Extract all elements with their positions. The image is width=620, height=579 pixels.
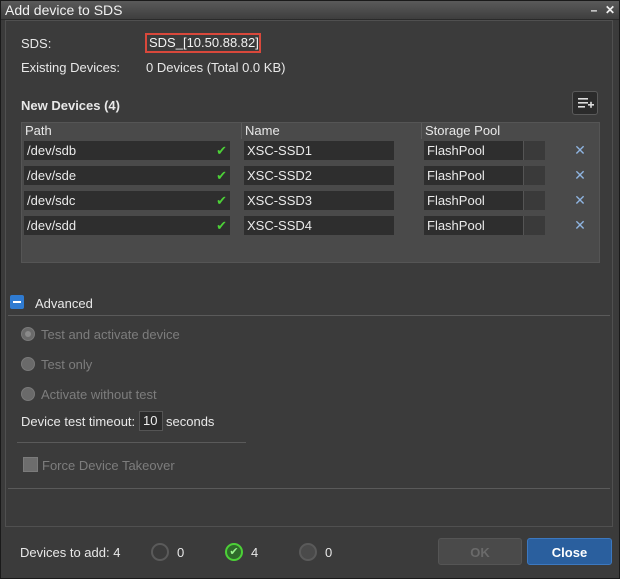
path-value: /dev/sdc [27, 193, 76, 208]
storage-pool-select[interactable]: FlashPool [424, 191, 545, 210]
path-value: /dev/sde [27, 168, 77, 183]
new-devices-table: Path Name Storage Pool /dev/sdb ✔ XSC-SS… [21, 122, 600, 263]
success-icon: ✔ [225, 543, 243, 561]
timeout-input[interactable]: 10 [139, 411, 163, 431]
window-title: Add device to SDS [5, 2, 123, 18]
new-devices-heading: New Devices (4) [21, 98, 120, 113]
name-field[interactable]: XSC-SSD1 [244, 141, 394, 160]
valid-check-icon: ✔ [216, 143, 227, 158]
close-icon[interactable]: ✕ [603, 1, 617, 19]
valid-check-icon: ✔ [216, 168, 227, 183]
force-takeover-label: Force Device Takeover [42, 458, 175, 473]
path-field[interactable]: /dev/sde ✔ [24, 166, 230, 185]
ok-button[interactable]: OK [438, 538, 522, 565]
radio-test-and-activate[interactable] [21, 327, 35, 341]
remove-row-icon[interactable]: ✕ [573, 141, 587, 160]
advanced-label[interactable]: Advanced [35, 296, 93, 311]
name-field[interactable]: XSC-SSD3 [244, 191, 394, 210]
timeout-unit: seconds [166, 414, 215, 429]
column-header-storage-pool: Storage Pool [425, 123, 501, 138]
storage-pool-select[interactable]: FlashPool [424, 216, 545, 235]
storage-pool-select[interactable]: FlashPool [424, 166, 545, 185]
sds-value: SDS_[10.50.88.82] [145, 33, 261, 53]
path-field[interactable]: /dev/sdb ✔ [24, 141, 230, 160]
pending-icon [151, 543, 169, 561]
sds-label: SDS: [21, 36, 52, 51]
remove-row-icon[interactable]: ✕ [573, 216, 587, 235]
devices-to-add-label: Devices to add: 4 [20, 545, 121, 560]
timeout-label: Device test timeout: [21, 414, 136, 429]
options-divider [17, 442, 246, 443]
bottom-divider [8, 488, 610, 489]
remove-row-icon[interactable]: ✕ [573, 191, 587, 210]
dialog-footer: Devices to add: 4 0 ✔ 4 0 OK Close [1, 527, 619, 578]
storage-pool-value: FlashPool [427, 193, 485, 208]
valid-check-icon: ✔ [216, 193, 227, 208]
failed-icon [299, 543, 317, 561]
path-field[interactable]: /dev/sdc ✔ [24, 191, 230, 210]
advanced-divider [8, 315, 610, 316]
storage-pool-value: FlashPool [427, 143, 485, 158]
storage-pool-select[interactable]: FlashPool [424, 141, 545, 160]
option-test-only-label: Test only [41, 357, 93, 372]
column-header-name: Name [245, 123, 280, 138]
collapse-advanced-icon[interactable] [10, 295, 24, 309]
storage-pool-value: FlashPool [427, 168, 485, 183]
failed-count: 0 [325, 545, 333, 560]
storage-pool-value: FlashPool [427, 218, 485, 233]
valid-check-icon: ✔ [216, 218, 227, 233]
path-field[interactable]: /dev/sdd ✔ [24, 216, 230, 235]
path-value: /dev/sdb [27, 143, 77, 158]
dropdown-arrow-icon[interactable] [523, 166, 545, 185]
pending-count: 0 [177, 545, 185, 560]
path-value: /dev/sdd [27, 218, 77, 233]
dialog-body: SDS: SDS_[10.50.88.82] Existing Devices:… [5, 20, 613, 527]
remove-row-icon[interactable]: ✕ [573, 166, 587, 185]
existing-devices-label: Existing Devices: [21, 60, 120, 75]
name-field[interactable]: XSC-SSD4 [244, 216, 394, 235]
force-takeover-checkbox[interactable] [23, 457, 38, 472]
radio-activate-without-test[interactable] [21, 387, 35, 401]
add-device-button[interactable] [572, 91, 598, 115]
minimize-icon[interactable]: – [587, 1, 601, 19]
add-list-icon [578, 98, 594, 108]
close-button[interactable]: Close [527, 538, 612, 565]
dropdown-arrow-icon[interactable] [523, 216, 545, 235]
radio-test-only[interactable] [21, 357, 35, 371]
option-activate-without-test-label: Activate without test [41, 387, 157, 402]
add-device-dialog: Add device to SDS – ✕ SDS: SDS_[10.50.88… [0, 0, 620, 579]
success-count: 4 [251, 545, 259, 560]
title-bar: Add device to SDS – ✕ [1, 1, 619, 20]
dropdown-arrow-icon[interactable] [523, 141, 545, 160]
column-header-path: Path [25, 123, 52, 138]
name-field[interactable]: XSC-SSD2 [244, 166, 394, 185]
dropdown-arrow-icon[interactable] [523, 191, 545, 210]
existing-devices-value: 0 Devices (Total 0.0 KB) [146, 60, 286, 75]
option-test-and-activate-label: Test and activate device [41, 327, 180, 342]
